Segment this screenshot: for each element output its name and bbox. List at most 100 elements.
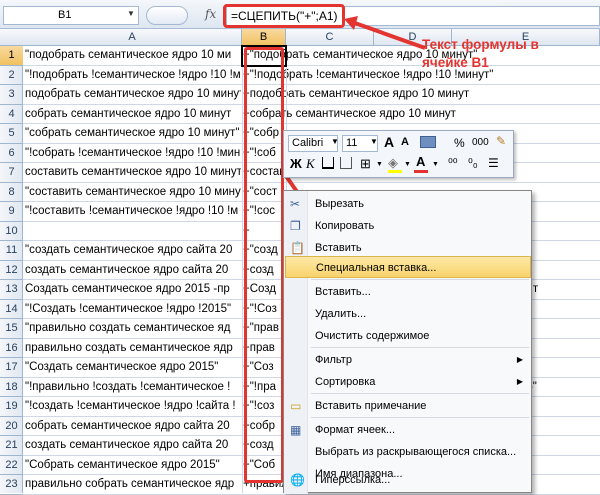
chevron-down-icon[interactable]: ▼	[331, 137, 339, 146]
row-header[interactable]: 12	[0, 261, 23, 280]
cell-a[interactable]: "!подобрать !семантическое !ядро !10 !м	[25, 66, 241, 85]
cell-a[interactable]: "!собрать !семантическое !ядро !10 !мин	[25, 144, 241, 163]
percent-button[interactable]: %	[454, 136, 465, 150]
formula-bar-buttons[interactable]	[146, 6, 188, 25]
merge-center-icon[interactable]	[340, 157, 352, 169]
cell-a[interactable]: "правильно создать семантическое яд	[25, 319, 241, 338]
chevron-down-icon[interactable]: ▼	[432, 161, 439, 168]
row-header[interactable]: 19	[0, 397, 23, 417]
row-header[interactable]: 17	[0, 358, 23, 378]
row-header[interactable]: 18	[0, 378, 23, 397]
name-box[interactable]: B1	[3, 6, 139, 25]
cell-a[interactable]: "!составить !семантическое !ядро !10 !м	[25, 202, 241, 221]
cell-a[interactable]: "!правильно !создать !семантическое !	[25, 378, 241, 397]
row-header[interactable]: 5	[0, 124, 23, 144]
chevron-down-icon[interactable]: ▼	[376, 161, 383, 168]
menu-item-label: Вставить	[315, 242, 362, 254]
menu-item[interactable]: 🌐 Гиперссылка...	[285, 469, 531, 491]
menu-item-label: Выбрать из раскрывающегося списка...	[315, 446, 517, 458]
menu-item-label: Копировать	[315, 220, 375, 232]
cell-a[interactable]: "собрать семантическое ядро 10 минут"	[25, 124, 241, 143]
cell-a[interactable]: создать семантическое ядро сайта 20	[25, 436, 241, 455]
row-header[interactable]: 20	[0, 417, 23, 436]
hyperlink-icon: 🌐	[290, 473, 305, 487]
accounting-format-icon[interactable]	[420, 136, 436, 148]
fx-icon[interactable]: fx	[205, 7, 216, 21]
cell-a[interactable]: Создать семантическое ядро 2015 -пр	[25, 280, 241, 299]
fill-color-icon[interactable]: ◈	[388, 155, 398, 171]
menu-item[interactable]: Сортировка ▶	[285, 371, 531, 393]
align-center-icon[interactable]	[322, 157, 334, 169]
chevron-right-icon: ▶	[516, 355, 523, 364]
cell-a[interactable]: "Собрать семантическое ядро 2015"	[25, 456, 241, 475]
italic-button[interactable]: К	[306, 156, 315, 172]
menu-item-label: Гиперссылка...	[315, 474, 391, 486]
table-row: собрать семантическое ядро 10 минут +собр…	[23, 105, 600, 124]
cell-a[interactable]: "составить семантическое ядро 10 минут	[25, 183, 241, 202]
menu-item-label: Фильтр	[315, 354, 352, 366]
decrease-decimal-icon[interactable]: ⁰₀	[468, 156, 478, 170]
increase-decimal-icon[interactable]: ⁰⁰	[448, 156, 458, 170]
cell-a[interactable]	[25, 222, 241, 241]
chevron-down-icon[interactable]: ▼	[370, 137, 378, 146]
bold-button[interactable]: Ж	[290, 156, 302, 171]
gridline	[242, 46, 243, 493]
cell-a[interactable]: "Создать семантическое ядро 2015"	[25, 358, 241, 377]
menu-item[interactable]: Удалить...	[285, 303, 531, 325]
menu-item[interactable]: ▦ Формат ячеек...	[285, 419, 531, 441]
row-header[interactable]: 9	[0, 202, 23, 222]
row-header[interactable]: 2	[0, 66, 23, 85]
cell-a[interactable]: "!создать !семантическое !ядро !сайта !	[25, 397, 241, 416]
menu-item[interactable]: Очистить содержимое	[285, 325, 531, 347]
row-header[interactable]: 21	[0, 436, 23, 456]
menu-item[interactable]: ❐ Копировать	[285, 215, 531, 237]
format-painter-icon[interactable]: ✎	[496, 134, 506, 148]
chevron-down-icon[interactable]: ▼	[127, 9, 135, 18]
row-header[interactable]: 22	[0, 456, 23, 475]
thousands-button[interactable]: 000	[472, 137, 489, 148]
menu-item[interactable]: ▭ Вставить примечание	[285, 395, 531, 417]
column-header-b[interactable]: B	[242, 29, 286, 46]
menu-item[interactable]: Выбрать из раскрывающегося списка...	[285, 441, 531, 463]
indent-icon[interactable]: ☰	[488, 156, 499, 170]
column-b-highlight-box	[244, 47, 284, 483]
scissors-icon: ✂	[290, 197, 301, 211]
table-row: подобрать семантическое ядро 10 минут +по…	[23, 85, 600, 105]
format-cells-icon: ▦	[290, 423, 302, 437]
cell-a[interactable]: "!Создать !семантическое !ядро !2015"	[25, 300, 241, 319]
shrink-font-icon[interactable]: A	[401, 136, 409, 148]
menu-item[interactable]: Вставить...	[285, 281, 531, 303]
cell-a[interactable]: собрать семантическое ядро сайта 20	[25, 417, 241, 436]
borders-icon[interactable]: ⊞	[360, 156, 371, 172]
column-header-a[interactable]: A	[23, 29, 242, 46]
row-header[interactable]: 10	[0, 222, 23, 241]
row-header[interactable]: 15	[0, 319, 23, 339]
font-color-button[interactable]: A	[416, 154, 425, 169]
menu-item[interactable]: Фильтр ▶	[285, 349, 531, 371]
cell-a[interactable]: "создать семантическое ядро сайта 20	[25, 241, 241, 260]
cell-a[interactable]: подобрать семантическое ядро 10 минут	[25, 85, 241, 104]
row-header[interactable]: 14	[0, 300, 23, 319]
cell-a[interactable]: создать семантическое ядро сайта 20	[25, 261, 241, 280]
cell-a[interactable]: "подобрать семантическое ядро 10 ми	[25, 46, 241, 65]
row-header[interactable]: 4	[0, 105, 23, 124]
row-header[interactable]: 6	[0, 144, 23, 163]
row-header[interactable]: 11	[0, 241, 23, 261]
row-header[interactable]: 1	[0, 46, 23, 66]
cell-a[interactable]: собрать семантическое ядро 10 минут	[25, 105, 241, 124]
row-header[interactable]: 13	[0, 280, 23, 300]
row-header[interactable]: 16	[0, 339, 23, 358]
cell-a[interactable]: составить семантическое ядро 10 минут	[25, 163, 241, 182]
menu-item[interactable]: Специальная вставка...	[285, 256, 531, 278]
menu-item[interactable]: ✂ Вырезать	[285, 193, 531, 215]
grow-font-icon[interactable]: A	[384, 134, 394, 150]
row-header[interactable]: 23	[0, 475, 23, 495]
row-header[interactable]: 3	[0, 85, 23, 105]
cell-a[interactable]: правильно создать семантическое ядр	[25, 339, 241, 358]
font-color-swatch	[414, 170, 428, 173]
row-header[interactable]: 7	[0, 163, 23, 183]
row-header[interactable]: 8	[0, 183, 23, 202]
menu-separator	[311, 347, 529, 348]
cell-a[interactable]: правильно собрать семантическое ядр	[25, 475, 241, 494]
chevron-down-icon[interactable]: ▼	[404, 161, 411, 168]
